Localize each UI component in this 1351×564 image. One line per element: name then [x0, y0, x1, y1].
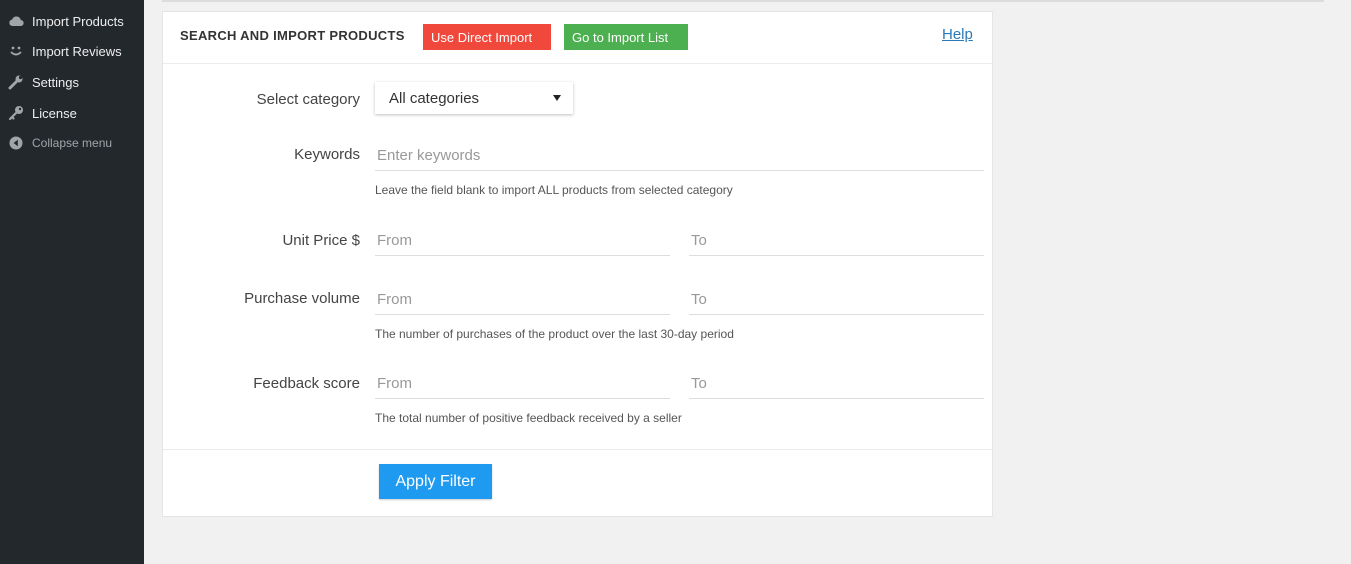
apply-filter-button[interactable]: Apply Filter: [379, 464, 492, 499]
admin-sidebar: Import Products Import Reviews Settings …: [0, 0, 144, 564]
keywords-hint: Leave the field blank to import ALL prod…: [375, 183, 733, 197]
feedback-score-hint: The total number of positive feedback re…: [375, 411, 682, 425]
category-select-value: All categories: [389, 89, 480, 107]
sidebar-item-import-products[interactable]: Import Products: [0, 6, 144, 36]
sidebar-item-license[interactable]: License: [0, 98, 144, 128]
footer-divider: [163, 449, 992, 450]
top-divider: [162, 0, 1324, 2]
purchase-volume-label: Purchase volume: [244, 290, 360, 307]
panel-header: SEARCH AND IMPORT PRODUCTS Use Direct Im…: [163, 12, 992, 64]
keywords-input[interactable]: [375, 141, 984, 171]
unit-price-label: Unit Price $: [282, 232, 360, 249]
sidebar-item-label: Settings: [32, 74, 79, 90]
sidebar-item-label: Import Reviews: [32, 43, 122, 59]
wrench-icon: [8, 74, 24, 90]
purchase-volume-hint: The number of purchases of the product o…: [375, 327, 734, 341]
go-to-import-list-button[interactable]: Go to Import List: [564, 24, 688, 50]
key-icon: [8, 105, 24, 121]
category-select[interactable]: All categories: [375, 82, 573, 114]
collapse-menu-label: Collapse menu: [32, 136, 113, 150]
caret-down-icon: [553, 95, 561, 101]
purchase-volume-from-input[interactable]: [375, 285, 670, 315]
help-link[interactable]: Help: [942, 26, 973, 43]
feedback-score-from-input[interactable]: [375, 369, 670, 399]
sidebar-item-import-reviews[interactable]: Import Reviews: [0, 36, 144, 66]
feedback-score-label: Feedback score: [253, 375, 360, 392]
select-category-label: Select category: [256, 91, 360, 108]
sidebar-item-settings[interactable]: Settings: [0, 67, 144, 97]
unit-price-to-input[interactable]: [689, 226, 984, 256]
purchase-volume-to-input[interactable]: [689, 285, 984, 315]
keywords-label: Keywords: [294, 146, 360, 163]
collapse-arrow-icon: [8, 135, 24, 151]
smiley-icon: [8, 43, 24, 59]
feedback-score-to-input[interactable]: [689, 369, 984, 399]
collapse-menu-button[interactable]: Collapse menu: [0, 128, 144, 158]
unit-price-from-input[interactable]: [375, 226, 670, 256]
use-direct-import-button[interactable]: Use Direct Import: [423, 24, 551, 50]
panel-title: SEARCH AND IMPORT PRODUCTS: [180, 28, 405, 43]
sidebar-item-label: License: [32, 105, 77, 121]
search-import-panel: SEARCH AND IMPORT PRODUCTS Use Direct Im…: [162, 11, 993, 517]
cloud-icon: [8, 13, 24, 29]
sidebar-item-label: Import Products: [32, 13, 124, 29]
